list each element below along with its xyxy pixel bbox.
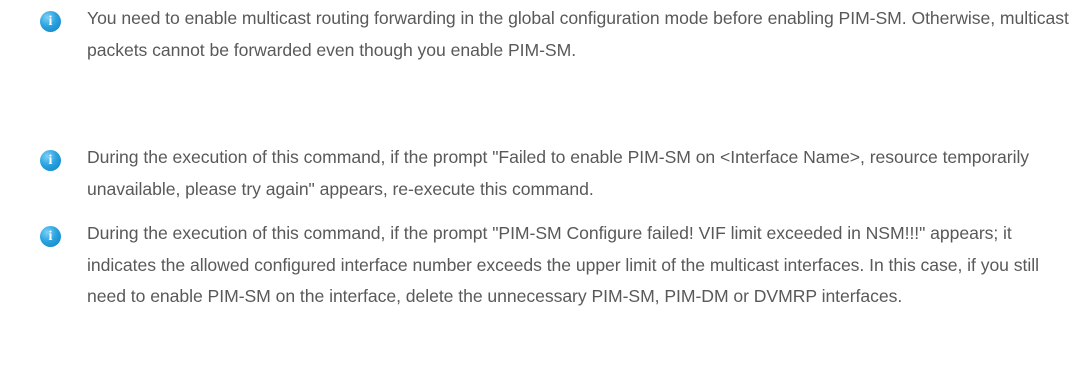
info-icon: i [40,226,61,247]
note-text: During the execution of this command, if… [87,147,1030,199]
note-text: You need to enable multicast routing for… [87,8,1069,60]
info-icon: i [40,150,61,171]
note-text: During the execution of this command, if… [87,223,1039,306]
info-icon: i [40,11,61,32]
notes-list: i You need to enable multicast routing f… [0,0,1083,391]
